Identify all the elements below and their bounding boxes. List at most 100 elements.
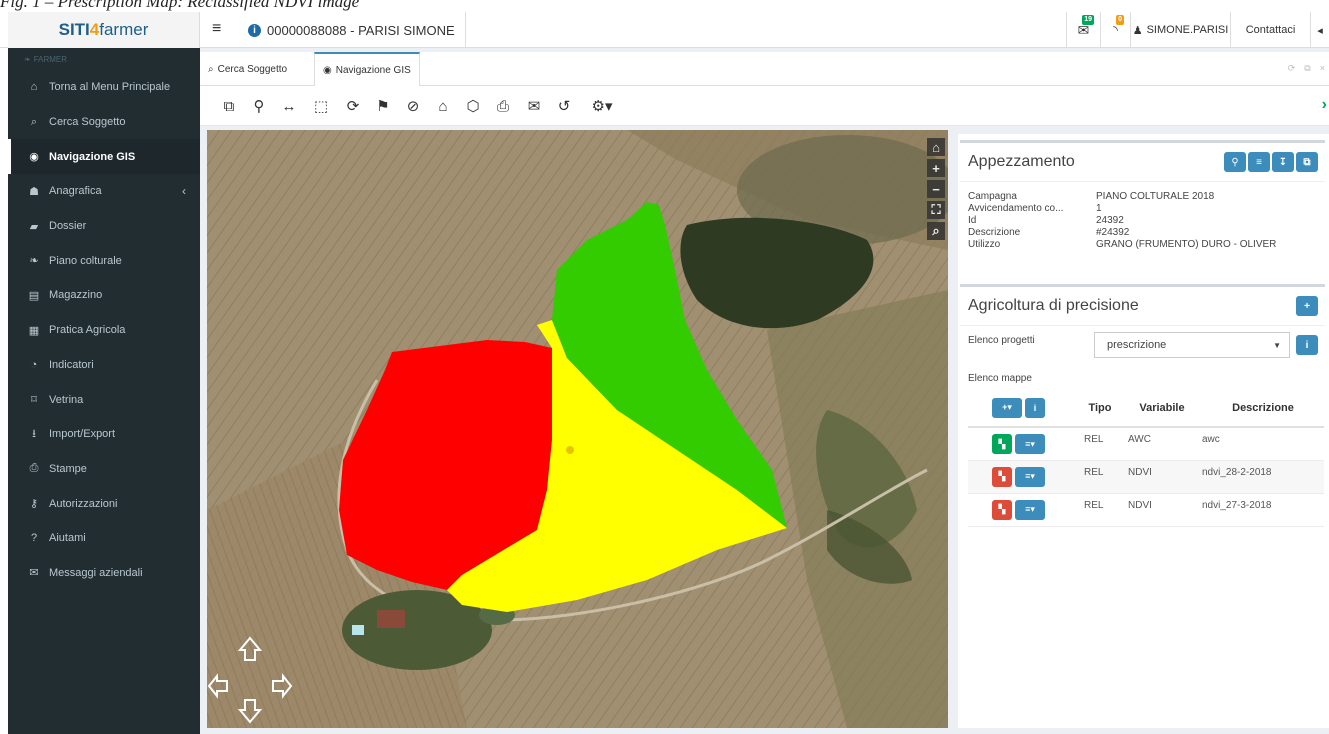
sidebar-item-pratica-agricola[interactable]: ▦ Pratica Agricola [8,313,200,348]
tab-bar: ⌕ Cerca Soggetto ◉ Navigazione GIS ⟳ ⧉ × [200,52,1329,87]
close-icon[interactable]: × [1320,63,1325,74]
sidebar-item-label: Cerca Soggetto [49,116,126,129]
tab-navigazione-gis[interactable]: ◉ Navigazione GIS [314,52,420,87]
print-icon[interactable]: ⎙ [492,96,514,116]
sidebar-item-navigazione-gis[interactable]: ◉ Navigazione GIS [8,139,200,175]
copy-icon[interactable]: ⧉ [218,96,240,116]
refresh-icon[interactable]: ⟳ [1288,63,1296,74]
tab-cerca-soggetto[interactable]: ⌕ Cerca Soggetto [200,52,295,86]
puzzle-dropdown-icon[interactable]: ⚙▾ [584,96,620,116]
sidebar-item-import-export[interactable]: ⭳ Import/Export [8,417,200,452]
cube-icon[interactable]: ⬡ [462,96,484,116]
sidebar-item-label: Navigazione GIS [49,150,136,163]
archive-icon: ▤ [28,289,40,302]
row-menu-button[interactable]: ≡▾ [1015,499,1045,520]
sidebar-item-aiutami[interactable]: ? Aiutami [8,521,200,556]
contact-link[interactable]: Contattaci [1230,12,1310,48]
precision-box: Agricoltura di precisione + Elenco proge… [960,284,1325,684]
projects-label: Elenco progetti [968,335,1035,346]
sidebar: ❧ FARMER ⌂ Torna al Menu Principale ⌕ Cerca … [8,48,200,734]
zoom-search-icon[interactable]: ⌕ [927,222,945,240]
download-icon: ⭳ [32,427,36,440]
project-info-button[interactable]: i [1296,335,1318,355]
undo-icon[interactable]: ↺ [553,96,575,116]
map-home-icon[interactable]: ⌂ [927,138,945,156]
mail-notifications[interactable]: ✉ 19 [1066,12,1100,48]
field-label: Campagna [968,191,1017,202]
figure-caption: Fig. 1 – Prescription Map: Reclassified … [0,0,1329,12]
appezzamento-title: Appezzamento [968,153,1075,170]
field-value: #24392 [1096,227,1130,238]
chevron-right-icon[interactable]: › [1322,96,1327,114]
more-menu[interactable]: ◂ [1310,12,1329,48]
logo-part-2: 4 [89,20,100,39]
row-menu-button[interactable]: ≡▾ [1015,466,1045,487]
refresh-icon[interactable]: ⟳ [342,96,364,116]
marker-icon[interactable]: ⚲ [248,96,270,116]
sidebar-item-label: Indicatori [49,358,94,371]
sidebar-item-piano-colturale[interactable]: ❧ Piano colturale [8,243,200,278]
map-toggle-button[interactable]: ▚ [992,434,1012,454]
map-toggle-button[interactable]: ▚ [992,466,1012,487]
sidebar-item-autorizzazioni[interactable]: ⚷ Autorizzazioni [8,486,200,521]
sidebar-item-messaggi-aziendali[interactable]: ✉ Messaggi aziendali [8,556,200,591]
restore-icon[interactable]: ⧉ [1304,63,1310,74]
field-label: Descrizione [968,227,1021,238]
sidebar-item-magazzino[interactable]: ▤ Magazzino [8,278,200,313]
precision-title: Agricoltura di precisione [968,297,1139,314]
subject-indicator[interactable]: i 00000088088 - PARISI SIMONE [238,12,466,48]
add-map-button[interactable]: +▾ [992,397,1022,418]
menu-toggle-icon[interactable]: ≡ [212,20,221,38]
bookmark-icon: ⌑ [31,394,37,407]
mail-badge-icon[interactable]: ✉ [523,96,545,116]
row-actions: ▚ ≡▾ [968,493,1078,527]
zoom-out-icon[interactable]: − [927,180,945,198]
field-value: PIANO COLTURALE 2018 [1096,191,1215,202]
sidebar-item-torna-al-menu-principale[interactable]: ⌂ Torna al Menu Principale [8,70,200,105]
copy-button[interactable]: ⧉ [1296,152,1318,172]
signpost-icon[interactable]: ⚑ [372,96,394,116]
marker-icon: ⚲ [1231,156,1239,168]
row-menu-button[interactable]: ≡▾ [1015,434,1045,454]
sidebar-item-cerca-soggetto[interactable]: ⌕ Cerca Soggetto [8,105,200,140]
sidebar-item-label: Dossier [49,220,87,233]
logo-part-3: farmer [99,20,149,39]
compass-icon[interactable]: ⊘ [402,96,424,116]
mail-count-badge: 19 [1082,15,1094,25]
home-icon[interactable]: ⌂ [432,96,454,116]
table-actions-header: +▾ i [968,389,1078,428]
sidebar-section-header: ❧ FARMER [8,48,200,70]
zoom-in-icon[interactable]: + [927,159,945,177]
rss-icon: ◝ [1113,23,1118,37]
sidebar-item-stampe[interactable]: ⎙ Stampe [8,452,200,487]
measure-area-icon[interactable]: ⬚ [310,96,332,116]
fullscreen-icon[interactable]: ⛶ [927,201,945,219]
app-logo[interactable]: SITI 4 farmer [8,12,200,48]
map-toggle-button[interactable]: ▚ [992,499,1012,520]
column-variabile: Variabile [1122,389,1202,428]
sidebar-item-indicatori[interactable]: ◔ Indicatori [8,348,200,383]
sidebar-item-dossier[interactable]: ▰ Dossier [8,209,200,244]
tab-label: Navigazione GIS [335,65,411,76]
list-button[interactable]: ≡ [1248,152,1270,172]
table-row: ▚ ≡▾ REL AWC awc [968,427,1324,461]
window-controls: ⟳ ⧉ × [1288,63,1325,74]
tab-label: Cerca Soggetto [217,63,288,75]
pin-button[interactable]: ↧ [1272,152,1294,172]
sidebar-item-label: Vetrina [49,393,84,406]
gis-map[interactable]: ⌂ + − ⛶ ⌕ [207,130,948,728]
field-label: Id [968,215,977,226]
sidebar-item-vetrina[interactable]: ⌑ Vetrina [8,382,200,417]
sidebar-item-anagrafica[interactable]: ☗ Anagrafica ‹ [8,174,200,209]
feed-notifications[interactable]: ◝ 0 [1100,12,1130,48]
locate-button[interactable]: ⚲ [1224,152,1246,172]
info-button[interactable]: i [1025,397,1045,418]
user-name: SIMONE.PARISI [1146,24,1229,36]
maps-table: +▾ i Tipo Variabile Descrizione ▚ ≡▾ REL AWC… [968,389,1324,527]
user-menu[interactable]: ♟ SIMONE.PARISI [1130,12,1230,48]
add-project-button[interactable]: + [1296,296,1318,316]
appezzamento-box: Appezzamento ⚲ ≡ ↧ ⧉ Campagna PIANO COLTU… [960,140,1325,278]
measure-line-icon[interactable]: ↔ [278,96,300,116]
calendar-icon: ▦ [28,324,40,337]
projects-select[interactable]: prescrizione ▼ [1094,332,1290,358]
